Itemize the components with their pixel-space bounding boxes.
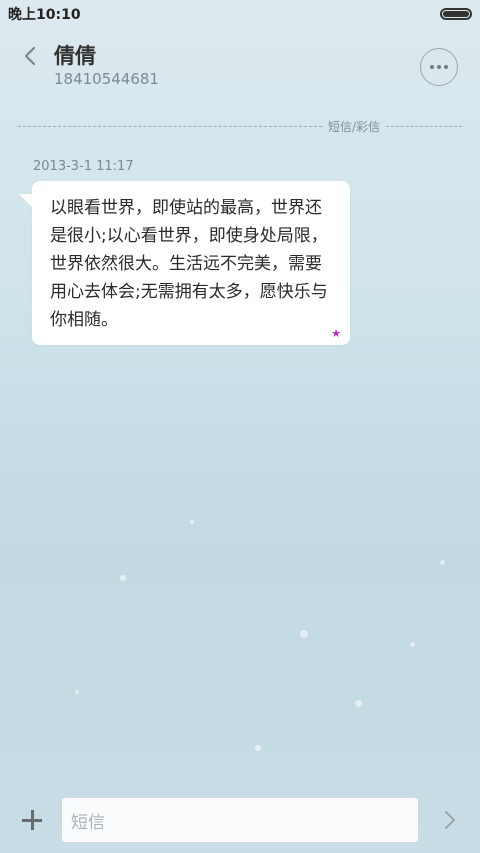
- more-dots-icon: [430, 65, 434, 69]
- more-dots-icon: [437, 65, 441, 69]
- conversation-header: 倩倩 18410544681: [0, 36, 480, 100]
- background-sparkle: [355, 700, 362, 707]
- add-attachment-button[interactable]: [20, 808, 44, 832]
- chevron-right-icon: [445, 811, 455, 829]
- background-sparkle: [120, 575, 126, 581]
- chevron-left-icon: [24, 46, 36, 66]
- divider-label: 短信/彩信: [327, 119, 381, 134]
- status-time: 晚上10:10: [8, 7, 81, 23]
- message-text: 以眼看世界，即使站的最高，世界还是很小;以心看世界，即使身处局限，世界依然很大。…: [50, 198, 328, 330]
- message-bubble[interactable]: 以眼看世界，即使站的最高，世界还是很小;以心看世界，即使身处局限，世界依然很大。…: [32, 181, 350, 345]
- composer-bar: 短信: [0, 790, 480, 850]
- divider-line: [386, 125, 462, 127]
- background-sparkle: [75, 690, 79, 694]
- star-icon: ★: [331, 327, 341, 340]
- contact-name: 倩倩: [54, 44, 96, 68]
- bubble-tail: [19, 194, 33, 208]
- message-input-placeholder: 短信: [71, 812, 105, 833]
- background-sparkle: [255, 745, 261, 751]
- battery-icon: [440, 8, 472, 20]
- message-input[interactable]: 短信: [61, 797, 419, 843]
- divider-line: [18, 125, 322, 127]
- more-dots-icon: [444, 65, 448, 69]
- background-sparkle: [300, 630, 308, 638]
- more-options-button[interactable]: [420, 48, 458, 86]
- background-sparkle: [190, 520, 194, 524]
- battery-level: [443, 11, 469, 17]
- background-sparkle: [410, 642, 415, 647]
- thread-divider: 短信/彩信: [18, 117, 462, 135]
- background-sparkle: [440, 560, 445, 565]
- status-bar: 晚上10:10: [0, 0, 480, 28]
- contact-number: 18410544681: [54, 70, 159, 88]
- message-timestamp: 2013-3-1 11:17: [33, 159, 134, 174]
- send-button[interactable]: [438, 808, 462, 832]
- back-button[interactable]: [16, 42, 44, 70]
